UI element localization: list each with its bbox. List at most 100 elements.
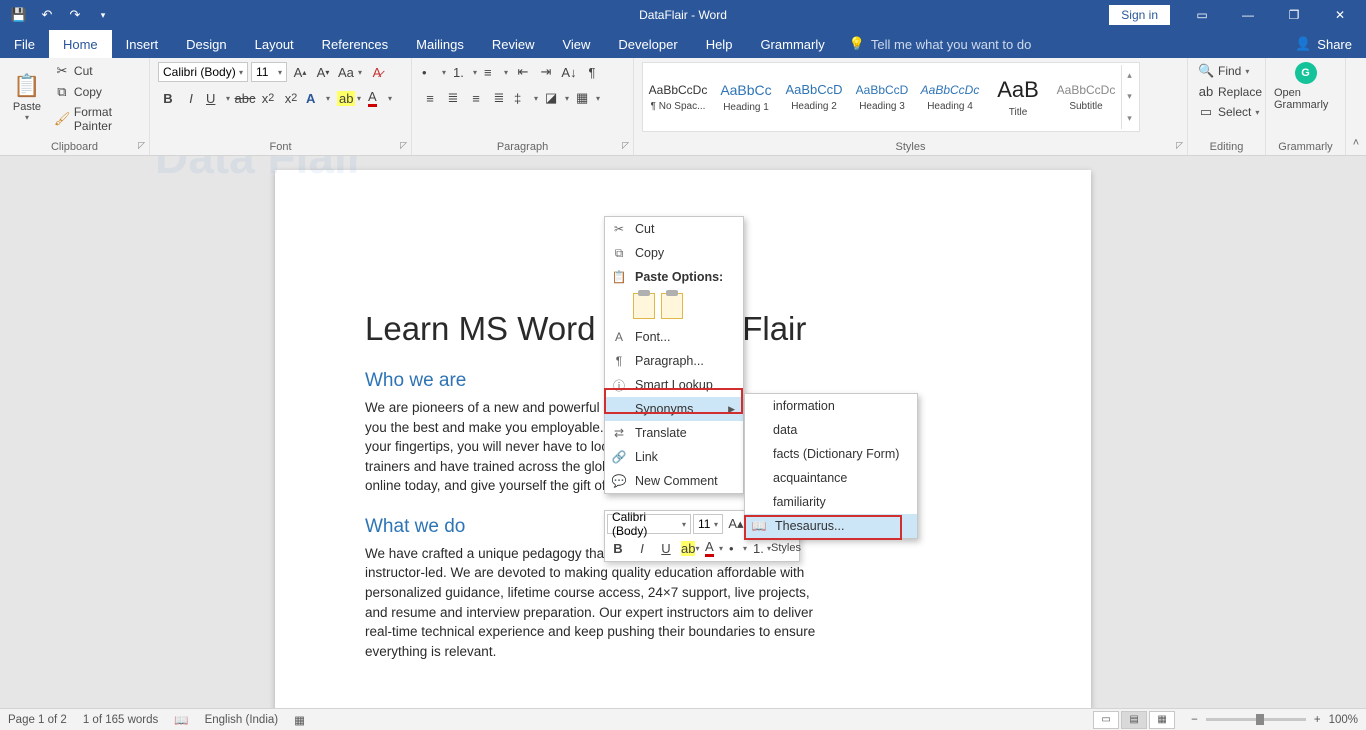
collapse-ribbon-icon[interactable]: ˄ bbox=[1346, 58, 1366, 155]
font-dialog-launcher-icon[interactable]: ◸ bbox=[400, 140, 407, 151]
zoom-in-icon[interactable]: + bbox=[1314, 714, 1321, 726]
minimize-icon[interactable]: — bbox=[1226, 0, 1270, 30]
status-language[interactable]: English (India) bbox=[205, 714, 279, 726]
web-layout-icon[interactable]: ▦ bbox=[1149, 711, 1175, 729]
tab-mailings[interactable]: Mailings bbox=[402, 30, 478, 58]
restore-icon[interactable]: ❐ bbox=[1272, 0, 1316, 30]
style-item[interactable]: AaBbCcDcHeading 4 bbox=[917, 65, 983, 129]
read-mode-icon[interactable]: ▭ bbox=[1093, 711, 1119, 729]
sign-in-button[interactable]: Sign in bbox=[1109, 5, 1170, 25]
ctx-synonyms[interactable]: Synonyms▶ bbox=[605, 397, 743, 421]
synonym-item[interactable]: information bbox=[745, 394, 917, 418]
qat-customize-icon[interactable]: ▾ bbox=[90, 2, 116, 28]
synonym-item[interactable]: facts (Dictionary Form) bbox=[745, 442, 917, 466]
ctx-smart-lookup[interactable]: ⓘSmart Lookup bbox=[605, 373, 743, 397]
close-icon[interactable]: ✕ bbox=[1318, 0, 1362, 30]
font-size-combo[interactable]: 11▾ bbox=[251, 62, 287, 82]
change-case-icon[interactable]: Aa ▾ bbox=[336, 62, 364, 82]
macro-icon[interactable]: ▦ bbox=[294, 713, 305, 727]
shrink-font-icon[interactable]: A▾ bbox=[313, 62, 333, 82]
tab-review[interactable]: Review bbox=[478, 30, 549, 58]
bullets-icon[interactable]: • ▾ bbox=[420, 62, 448, 82]
grow-font-icon[interactable]: A▴ bbox=[290, 62, 310, 82]
style-item[interactable]: AaBbCcDHeading 3 bbox=[849, 65, 915, 129]
mini-bold-icon[interactable]: B bbox=[607, 537, 629, 559]
tab-grammarly[interactable]: Grammarly bbox=[746, 30, 838, 58]
tell-me-search[interactable]: 💡Tell me what you want to do bbox=[839, 30, 1042, 58]
save-icon[interactable]: 💾 bbox=[6, 2, 32, 28]
tab-layout[interactable]: Layout bbox=[241, 30, 308, 58]
paragraph-dialog-launcher-icon[interactable]: ◸ bbox=[622, 140, 629, 151]
borders-icon[interactable]: ▦ ▾ bbox=[574, 88, 602, 108]
mini-font-color-icon[interactable]: A▾ bbox=[703, 537, 725, 559]
ctx-link[interactable]: 🔗Link bbox=[605, 445, 743, 469]
mini-numbering-icon[interactable]: 1. ▾ bbox=[751, 537, 773, 559]
mini-highlight-icon[interactable]: ab▾ bbox=[679, 537, 701, 559]
styles-gallery[interactable]: AaBbCcDc¶ No Spac...AaBbCcHeading 1 AaBbC… bbox=[642, 62, 1140, 132]
cut-button[interactable]: ✂Cut bbox=[52, 62, 141, 80]
format-painter-button[interactable]: 🖌Format Painter bbox=[52, 104, 141, 134]
numbering-icon[interactable]: 1. ▾ bbox=[451, 62, 479, 82]
style-item[interactable]: AaBTitle bbox=[985, 65, 1051, 129]
synonym-item[interactable]: data bbox=[745, 418, 917, 442]
status-page[interactable]: Page 1 of 2 bbox=[8, 714, 67, 726]
style-item[interactable]: AaBbCcDcSubtitle bbox=[1053, 65, 1119, 129]
mini-font-size[interactable]: 11▾ bbox=[693, 514, 723, 534]
ribbon-options-icon[interactable]: ▭ bbox=[1180, 0, 1224, 30]
sort-icon[interactable]: A↓ bbox=[559, 62, 579, 82]
underline-icon[interactable]: U ▾ bbox=[204, 88, 232, 108]
tab-references[interactable]: References bbox=[308, 30, 402, 58]
tab-home[interactable]: Home bbox=[49, 30, 112, 58]
align-left-icon[interactable]: ≡ bbox=[420, 88, 440, 108]
synonym-item[interactable]: acquaintance bbox=[745, 466, 917, 490]
undo-icon[interactable]: ↶ bbox=[34, 2, 60, 28]
spellcheck-icon[interactable]: 📖 bbox=[174, 713, 188, 727]
redo-icon[interactable]: ↷ bbox=[62, 2, 88, 28]
align-center-icon[interactable]: ≣ bbox=[443, 88, 463, 108]
styles-dialog-launcher-icon[interactable]: ◸ bbox=[1176, 140, 1183, 151]
paste-button[interactable]: 📋Paste▾ bbox=[8, 62, 46, 132]
zoom-level[interactable]: 100% bbox=[1329, 714, 1358, 726]
gallery-scroll[interactable]: ▴▾▾ bbox=[1121, 65, 1137, 129]
subscript-icon[interactable]: x2 bbox=[258, 88, 278, 108]
style-item[interactable]: AaBbCcDc¶ No Spac... bbox=[645, 65, 711, 129]
style-item[interactable]: AaBbCcHeading 1 bbox=[713, 65, 779, 129]
ctx-cut[interactable]: ✂Cut bbox=[605, 217, 743, 241]
tab-help[interactable]: Help bbox=[692, 30, 747, 58]
copy-button[interactable]: ⧉Copy bbox=[52, 83, 141, 101]
find-button[interactable]: 🔍Find▾ bbox=[1196, 62, 1264, 80]
ctx-translate[interactable]: ⇄Translate bbox=[605, 421, 743, 445]
mini-bullets-icon[interactable]: • ▾ bbox=[727, 537, 749, 559]
zoom-out-icon[interactable]: − bbox=[1191, 714, 1198, 726]
print-layout-icon[interactable]: ▤ bbox=[1121, 711, 1147, 729]
justify-icon[interactable]: ≣ bbox=[489, 88, 509, 108]
align-right-icon[interactable]: ≡ bbox=[466, 88, 486, 108]
ctx-copy[interactable]: ⧉Copy bbox=[605, 241, 743, 265]
font-color-icon[interactable]: A▾ bbox=[366, 88, 394, 108]
text-effects-icon[interactable]: A▾ bbox=[304, 88, 332, 108]
ctx-paragraph[interactable]: ¶Paragraph... bbox=[605, 349, 743, 373]
replace-button[interactable]: abReplace bbox=[1196, 83, 1264, 100]
font-name-combo[interactable]: Calibri (Body)▾ bbox=[158, 62, 248, 82]
synonym-item[interactable]: familiarity bbox=[745, 490, 917, 514]
paste-keep-source-icon[interactable] bbox=[633, 293, 655, 319]
line-spacing-icon[interactable]: ‡ ▾ bbox=[512, 88, 540, 108]
zoom-slider[interactable] bbox=[1206, 718, 1306, 721]
clear-formatting-icon[interactable]: A̷ bbox=[367, 62, 387, 82]
tab-file[interactable]: File bbox=[0, 30, 49, 58]
strikethrough-icon[interactable]: abc bbox=[235, 88, 255, 108]
mini-underline-icon[interactable]: U bbox=[655, 537, 677, 559]
status-words[interactable]: 1 of 165 words bbox=[83, 714, 158, 726]
clipboard-dialog-launcher-icon[interactable]: ◸ bbox=[138, 140, 145, 151]
superscript-icon[interactable]: x2 bbox=[281, 88, 301, 108]
multilevel-list-icon[interactable]: ≡ ▾ bbox=[482, 62, 510, 82]
thesaurus-item[interactable]: 📖Thesaurus... bbox=[745, 514, 917, 538]
tab-design[interactable]: Design bbox=[172, 30, 240, 58]
increase-indent-icon[interactable]: ⇥ bbox=[536, 62, 556, 82]
ctx-font[interactable]: AFont... bbox=[605, 325, 743, 349]
share-button[interactable]: 👤Share bbox=[1281, 30, 1366, 58]
open-grammarly-button[interactable]: G Open Grammarly bbox=[1274, 62, 1337, 111]
highlight-icon[interactable]: ab▾ bbox=[335, 88, 363, 108]
bold-icon[interactable]: B bbox=[158, 88, 178, 108]
select-button[interactable]: ▭Select▾ bbox=[1196, 103, 1264, 121]
